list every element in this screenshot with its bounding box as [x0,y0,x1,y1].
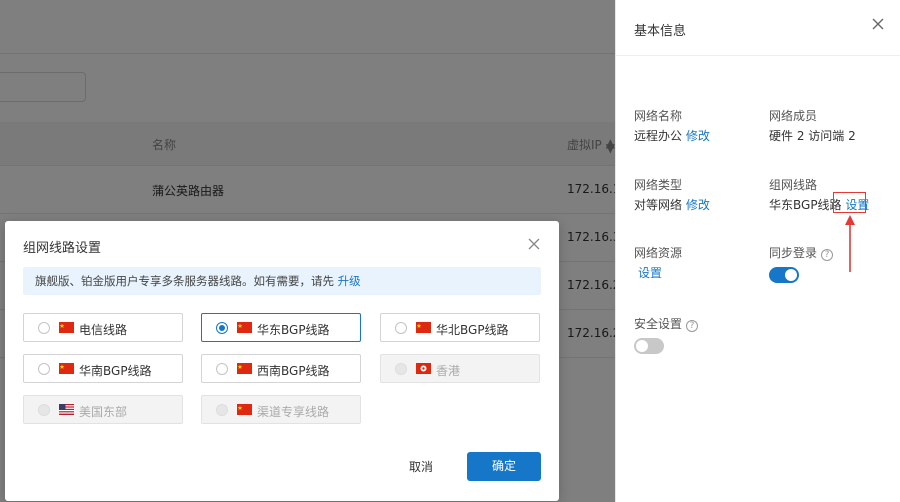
help-icon[interactable]: ? [821,249,834,261]
cn-flag-icon [237,363,252,374]
network-line-label: 组网线路 [769,178,818,192]
notice-text: 旗舰版、铂金版用户专享多条服务器线路。如有需要，请先 [35,274,334,288]
network-members-label: 网络成员 [769,109,818,123]
network-type-label: 网络类型 [634,178,683,192]
radio-button[interactable] [216,363,228,375]
annotation-highlight-box [833,192,866,213]
option-label: 西南BGP线路 [257,364,330,378]
upgrade-link[interactable]: 升级 [338,274,361,288]
network-members-value: 硬件 2 访问端 2 [769,129,856,143]
line-option-hong-kong[interactable]: 香港 [380,354,540,383]
option-label: 华北BGP线路 [436,323,509,337]
cn-flag-icon [237,404,252,415]
radio-button[interactable] [395,363,407,375]
network-resource-field: 网络资源 设置 [634,245,682,281]
sync-login-field: 同步登录? [769,245,834,283]
radio-button[interactable] [395,322,407,334]
line-option-channel-exclusive[interactable]: 渠道专享线路 [201,395,361,424]
annotation-arrow-icon [845,215,855,272]
line-option-southwest-bgp[interactable]: 西南BGP线路 [201,354,361,383]
line-option-south-china-bgp[interactable]: 华南BGP线路 [23,354,183,383]
option-label: 电信线路 [79,323,128,337]
toggle-knob [636,340,648,352]
network-type-value: 对等网络 [634,198,683,212]
toggle-knob [785,269,797,281]
us-flag-icon [59,404,74,415]
radio-button[interactable] [38,363,50,375]
help-icon[interactable]: ? [686,320,699,332]
close-icon[interactable] [527,237,541,251]
upgrade-notice: 旗舰版、铂金版用户专享多条服务器线路。如有需要，请先 升级 [23,267,541,295]
security-field: 安全设置? [634,316,699,354]
option-label: 华东BGP线路 [257,323,330,337]
network-name-label: 网络名称 [634,109,683,123]
network-name-value: 远程办公 [634,129,683,143]
radio-button[interactable] [216,404,228,416]
sync-login-toggle[interactable] [769,267,799,283]
line-option-telecom[interactable]: 电信线路 [23,313,183,342]
radio-button[interactable] [38,404,50,416]
network-members-field: 网络成员 硬件 2 访问端 2 [769,108,856,144]
edit-network-type-link[interactable]: 修改 [686,198,710,212]
edit-network-name-link[interactable]: 修改 [686,129,710,143]
drawer-title: 基本信息 [634,24,687,39]
line-option-north-china-bgp[interactable]: 华北BGP线路 [380,313,540,342]
radio-button[interactable] [216,322,228,334]
network-type-field: 网络类型 对等网络 修改 [634,177,710,213]
set-network-resource-link[interactable]: 设置 [638,266,662,280]
confirm-button[interactable]: 确定 [467,452,541,481]
security-toggle[interactable] [634,338,664,354]
close-icon[interactable] [870,16,886,32]
cn-flag-icon [59,363,74,374]
radio-button[interactable] [38,322,50,334]
option-label: 美国东部 [79,405,128,419]
option-label: 渠道专享线路 [257,405,330,419]
network-name-field: 网络名称 远程办公 修改 [634,108,710,144]
option-label: 华南BGP线路 [79,364,152,378]
line-option-us-east[interactable]: 美国东部 [23,395,183,424]
cn-flag-icon [416,322,431,333]
sync-login-label: 同步登录 [769,246,818,260]
cn-flag-icon [237,322,252,333]
hk-flag-icon [416,363,431,374]
cancel-button[interactable]: 取消 [391,453,451,481]
network-line-modal: 组网线路设置 旗舰版、铂金版用户专享多条服务器线路。如有需要，请先 升级 电信线… [5,221,559,501]
network-line-value: 华东BGP线路 [769,198,842,212]
option-label: 香港 [436,364,461,378]
line-option-east-china-bgp[interactable]: 华东BGP线路 [201,313,361,342]
network-resource-label: 网络资源 [634,246,683,260]
security-label: 安全设置 [634,317,683,331]
cn-flag-icon [59,322,74,333]
drawer-header: 基本信息 [616,0,900,56]
modal-title: 组网线路设置 [23,241,102,256]
